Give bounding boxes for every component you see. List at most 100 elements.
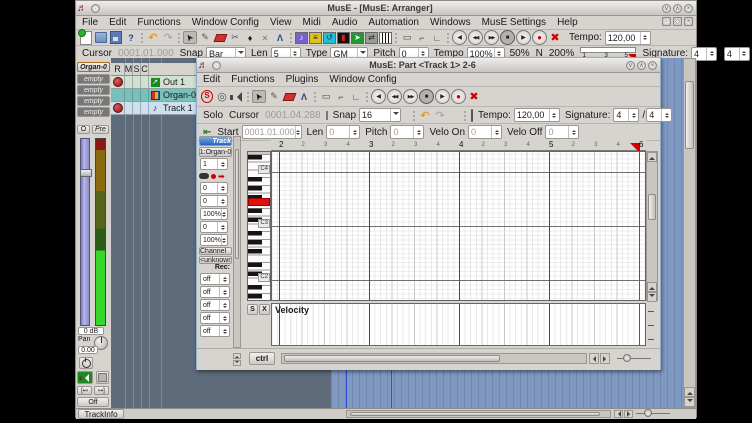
scrollbar-thumb[interactable] — [685, 81, 694, 149]
empty-part-button[interactable]: empty — [77, 74, 110, 84]
menu-view[interactable]: View — [270, 17, 292, 28]
channel-cell[interactable] — [141, 76, 149, 88]
pianoroll-titlebar[interactable]: ♬ · MusE: Part <Track 1> 2-6 ∨ ∧ × — [197, 58, 660, 73]
velocity-lane[interactable] — [271, 303, 646, 346]
mdi-close-icon[interactable]: × — [684, 17, 693, 26]
power-button[interactable] — [79, 357, 93, 369]
mute-cell[interactable] — [125, 89, 133, 101]
record-arm-cell[interactable] — [111, 89, 125, 101]
signature-den-spinbox[interactable]: 4 — [724, 47, 750, 61]
channel-cell[interactable] — [141, 102, 149, 114]
arranger-vscrollbar[interactable] — [683, 58, 696, 408]
pointer-tool-icon[interactable]: ➤ — [183, 31, 197, 44]
loop-icon[interactable]: ⌐ — [415, 31, 429, 44]
stop-button[interactable]: ■ — [419, 89, 434, 104]
panel-spinbox[interactable]: 0 — [200, 182, 228, 194]
hzoom-knob[interactable] — [644, 409, 652, 417]
pianoroll-ruler[interactable]: 22343234423452346 — [271, 139, 646, 151]
show-drum-tracks-icon[interactable]: ≡ — [309, 32, 322, 44]
tempo-spinbox[interactable]: 120,00 — [514, 108, 560, 122]
pointer-tool-icon[interactable]: ➤ — [252, 90, 266, 103]
show-synth-tracks-icon[interactable] — [379, 32, 392, 44]
loop-icon[interactable]: ⌐ — [334, 90, 348, 103]
speaker-icon[interactable] — [230, 90, 244, 103]
hzoom-slider[interactable] — [617, 358, 651, 359]
play-button[interactable]: ▶ — [435, 89, 450, 104]
volume-fader[interactable] — [80, 138, 90, 326]
menu-windows[interactable]: Windows — [430, 17, 471, 28]
off-spinbox[interactable]: off — [200, 286, 230, 298]
midi-input-icon[interactable]: ◎ — [215, 90, 229, 103]
undo-icon[interactable]: ↶ — [146, 31, 160, 44]
fader-handle[interactable] — [80, 169, 92, 177]
off-spinbox[interactable]: off — [200, 299, 230, 311]
menu-plugins[interactable]: Plugins — [286, 74, 319, 85]
note-grid[interactable] — [271, 151, 646, 301]
instrument-icon[interactable] — [199, 173, 209, 179]
tempo-slider-icon[interactable] — [471, 109, 473, 122]
mute-cell[interactable] — [125, 102, 133, 114]
record-button[interactable]: ● — [451, 89, 466, 104]
panel-vscrollbar[interactable] — [233, 136, 241, 348]
trackinfo-tab[interactable]: TrackInfo — [78, 409, 124, 419]
step-record-icon[interactable]: S — [200, 90, 214, 103]
mute-tool-icon[interactable]: × — [258, 31, 272, 44]
punch-in-icon[interactable]: ▭ — [319, 90, 333, 103]
panel-spinbox[interactable]: 100% — [200, 234, 228, 246]
close-button[interactable]: × — [648, 61, 657, 70]
punch-in-icon[interactable]: ▭ — [400, 31, 414, 44]
maximize-button[interactable]: ∧ — [637, 61, 646, 70]
stop-button[interactable]: ■ — [500, 30, 515, 45]
pre-button[interactable]: Pre — [92, 125, 109, 134]
record-arm-icon[interactable] — [113, 77, 123, 87]
menu-functions[interactable]: Functions — [137, 17, 180, 28]
off-spinbox[interactable]: off — [200, 325, 230, 337]
automation-tool-icon[interactable]: Λ — [273, 31, 287, 44]
play-button[interactable]: ▶ — [516, 30, 531, 45]
cursor-lock-icon[interactable] — [326, 111, 328, 120]
panel-spinbox[interactable]: 0 — [200, 195, 228, 207]
channel-cell[interactable] — [141, 89, 149, 101]
panel-spinbox[interactable]: 0 — [200, 221, 228, 233]
record-arm-icon[interactable] — [113, 103, 123, 113]
port-spinbox[interactable]: 1 — [200, 158, 228, 170]
menu-file[interactable]: File — [82, 17, 98, 28]
controller-x-button[interactable]: X — [259, 304, 270, 315]
redo-icon[interactable]: ↷ — [161, 31, 175, 44]
empty-part-button[interactable]: empty — [77, 107, 110, 117]
solo-cell[interactable] — [133, 89, 141, 101]
pencil-tool-icon[interactable]: ✎ — [267, 90, 281, 103]
eraser-tool-icon[interactable] — [282, 90, 296, 103]
minimize-button[interactable]: ∨ — [626, 61, 635, 70]
save-icon[interactable] — [109, 31, 123, 44]
menu-window-config[interactable]: Window Config — [192, 17, 259, 28]
empty-part-button[interactable]: empty — [77, 96, 110, 106]
patch-button[interactable]: 1:Organ-0 — [199, 147, 232, 157]
forward-arrow-icon[interactable]: ➡ — [218, 172, 225, 181]
part-name-button[interactable]: Organ-0 — [77, 62, 110, 72]
snap-combo[interactable]: 16 — [359, 108, 401, 122]
whatsthis-icon[interactable]: ? — [124, 31, 138, 44]
show-output-tracks-icon[interactable]: ▮ — [337, 32, 350, 44]
panic-icon[interactable]: ✖ — [548, 31, 562, 44]
solo-button[interactable]: Solo — [203, 110, 223, 121]
tempo-spinbox[interactable]: 120,00 — [605, 31, 651, 45]
rewind-button[interactable]: ◀◀ — [387, 89, 402, 104]
menu-edit[interactable]: Edit — [109, 17, 126, 28]
undo-icon[interactable]: ↶ — [418, 109, 432, 122]
forward-button[interactable]: ▶▶ — [403, 89, 418, 104]
hzoom-slider[interactable] — [636, 413, 670, 414]
signature-den-spinbox[interactable]: 4 — [646, 108, 672, 122]
menu-window-config[interactable]: Window Config — [329, 74, 396, 85]
open-icon[interactable] — [94, 31, 108, 44]
mdi-minimize-icon[interactable]: ▫ — [662, 17, 671, 26]
panic-icon[interactable]: ✖ — [467, 90, 481, 103]
line-draw-tool-icon[interactable]: Λ — [297, 90, 311, 103]
channel-button[interactable]: Channel — [199, 247, 232, 255]
off-spinbox[interactable]: off — [200, 312, 230, 324]
signature-num-spinbox[interactable]: 4 — [613, 108, 639, 122]
goto-start-button[interactable]: ◀ — [371, 89, 386, 104]
sticky-button[interactable]: · — [91, 4, 100, 13]
unknown-patch-button[interactable]: <unknown> — [199, 256, 232, 264]
sticky-button[interactable]: · — [212, 61, 221, 70]
